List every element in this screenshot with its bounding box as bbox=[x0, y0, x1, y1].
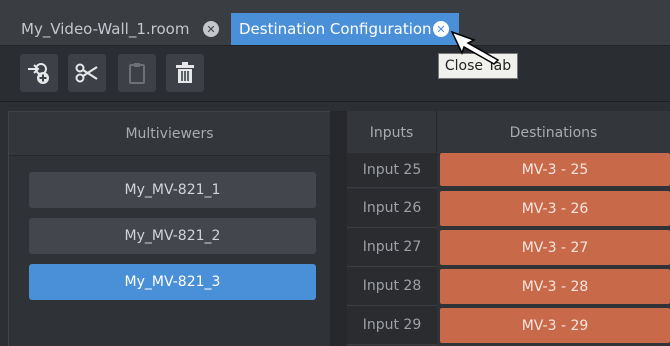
add-input-icon bbox=[28, 63, 49, 84]
paste-button[interactable] bbox=[118, 54, 156, 92]
tab-label: Destination Configuration bbox=[239, 20, 432, 38]
destination-cell[interactable]: MV-3 - 28 bbox=[440, 269, 670, 304]
scissors-icon bbox=[75, 63, 98, 83]
input-cell: Input 29 bbox=[347, 306, 437, 345]
input-cell: Input 25 bbox=[347, 153, 437, 188]
table-row[interactable]: Input 29 MV-3 - 29 bbox=[347, 306, 670, 345]
destinations-column-header[interactable]: Destinations bbox=[437, 111, 670, 155]
table-row[interactable]: Input 25 MV-3 - 25 bbox=[347, 153, 670, 188]
tab-bar: My_Video-Wall_1.room ✕ Destination Confi… bbox=[0, 0, 670, 46]
multiviewers-header: Multiviewers bbox=[9, 112, 330, 156]
mouse-pointer-icon bbox=[450, 30, 500, 65]
input-cell: Input 26 bbox=[347, 189, 437, 228]
multiviewer-item[interactable]: My_MV-821_1 bbox=[29, 172, 316, 208]
tab-destination-configuration[interactable]: Destination Configuration ✕ bbox=[231, 13, 459, 45]
clipboard-icon bbox=[129, 63, 145, 84]
close-icon[interactable]: ✕ bbox=[203, 21, 219, 37]
close-icon[interactable]: ✕ bbox=[433, 21, 449, 37]
toolbar bbox=[0, 46, 670, 102]
multiviewers-panel: Multiviewers My_MV-821_1 My_MV-821_2 My_… bbox=[8, 111, 330, 346]
input-cell: Input 27 bbox=[347, 228, 437, 267]
add-input-button[interactable] bbox=[20, 54, 58, 92]
delete-button[interactable] bbox=[166, 54, 204, 92]
input-cell: Input 28 bbox=[347, 267, 437, 306]
destination-cell[interactable]: MV-3 - 25 bbox=[440, 153, 670, 186]
destination-cell[interactable]: MV-3 - 29 bbox=[440, 308, 670, 343]
multiviewer-item-selected[interactable]: My_MV-821_3 bbox=[29, 264, 316, 300]
destination-cell[interactable]: MV-3 - 26 bbox=[440, 191, 670, 226]
pane-splitter[interactable] bbox=[330, 111, 347, 346]
cut-button[interactable] bbox=[68, 54, 106, 92]
table-row[interactable]: Input 26 MV-3 - 26 bbox=[347, 189, 670, 228]
tab-video-wall-room[interactable]: My_Video-Wall_1.room ✕ bbox=[13, 13, 229, 45]
table-row[interactable]: Input 27 MV-3 - 27 bbox=[347, 228, 670, 267]
destinations-table: Inputs Destinations Input 25 MV-3 - 25 I… bbox=[347, 111, 670, 346]
trash-icon bbox=[176, 62, 194, 83]
table-header: Inputs Destinations bbox=[347, 111, 670, 155]
tab-label: My_Video-Wall_1.room bbox=[21, 20, 190, 38]
multiviewer-item[interactable]: My_MV-821_2 bbox=[29, 218, 316, 254]
inputs-column-header[interactable]: Inputs bbox=[347, 111, 437, 155]
table-row[interactable]: Input 28 MV-3 - 28 bbox=[347, 267, 670, 306]
destination-cell[interactable]: MV-3 - 27 bbox=[440, 230, 670, 265]
